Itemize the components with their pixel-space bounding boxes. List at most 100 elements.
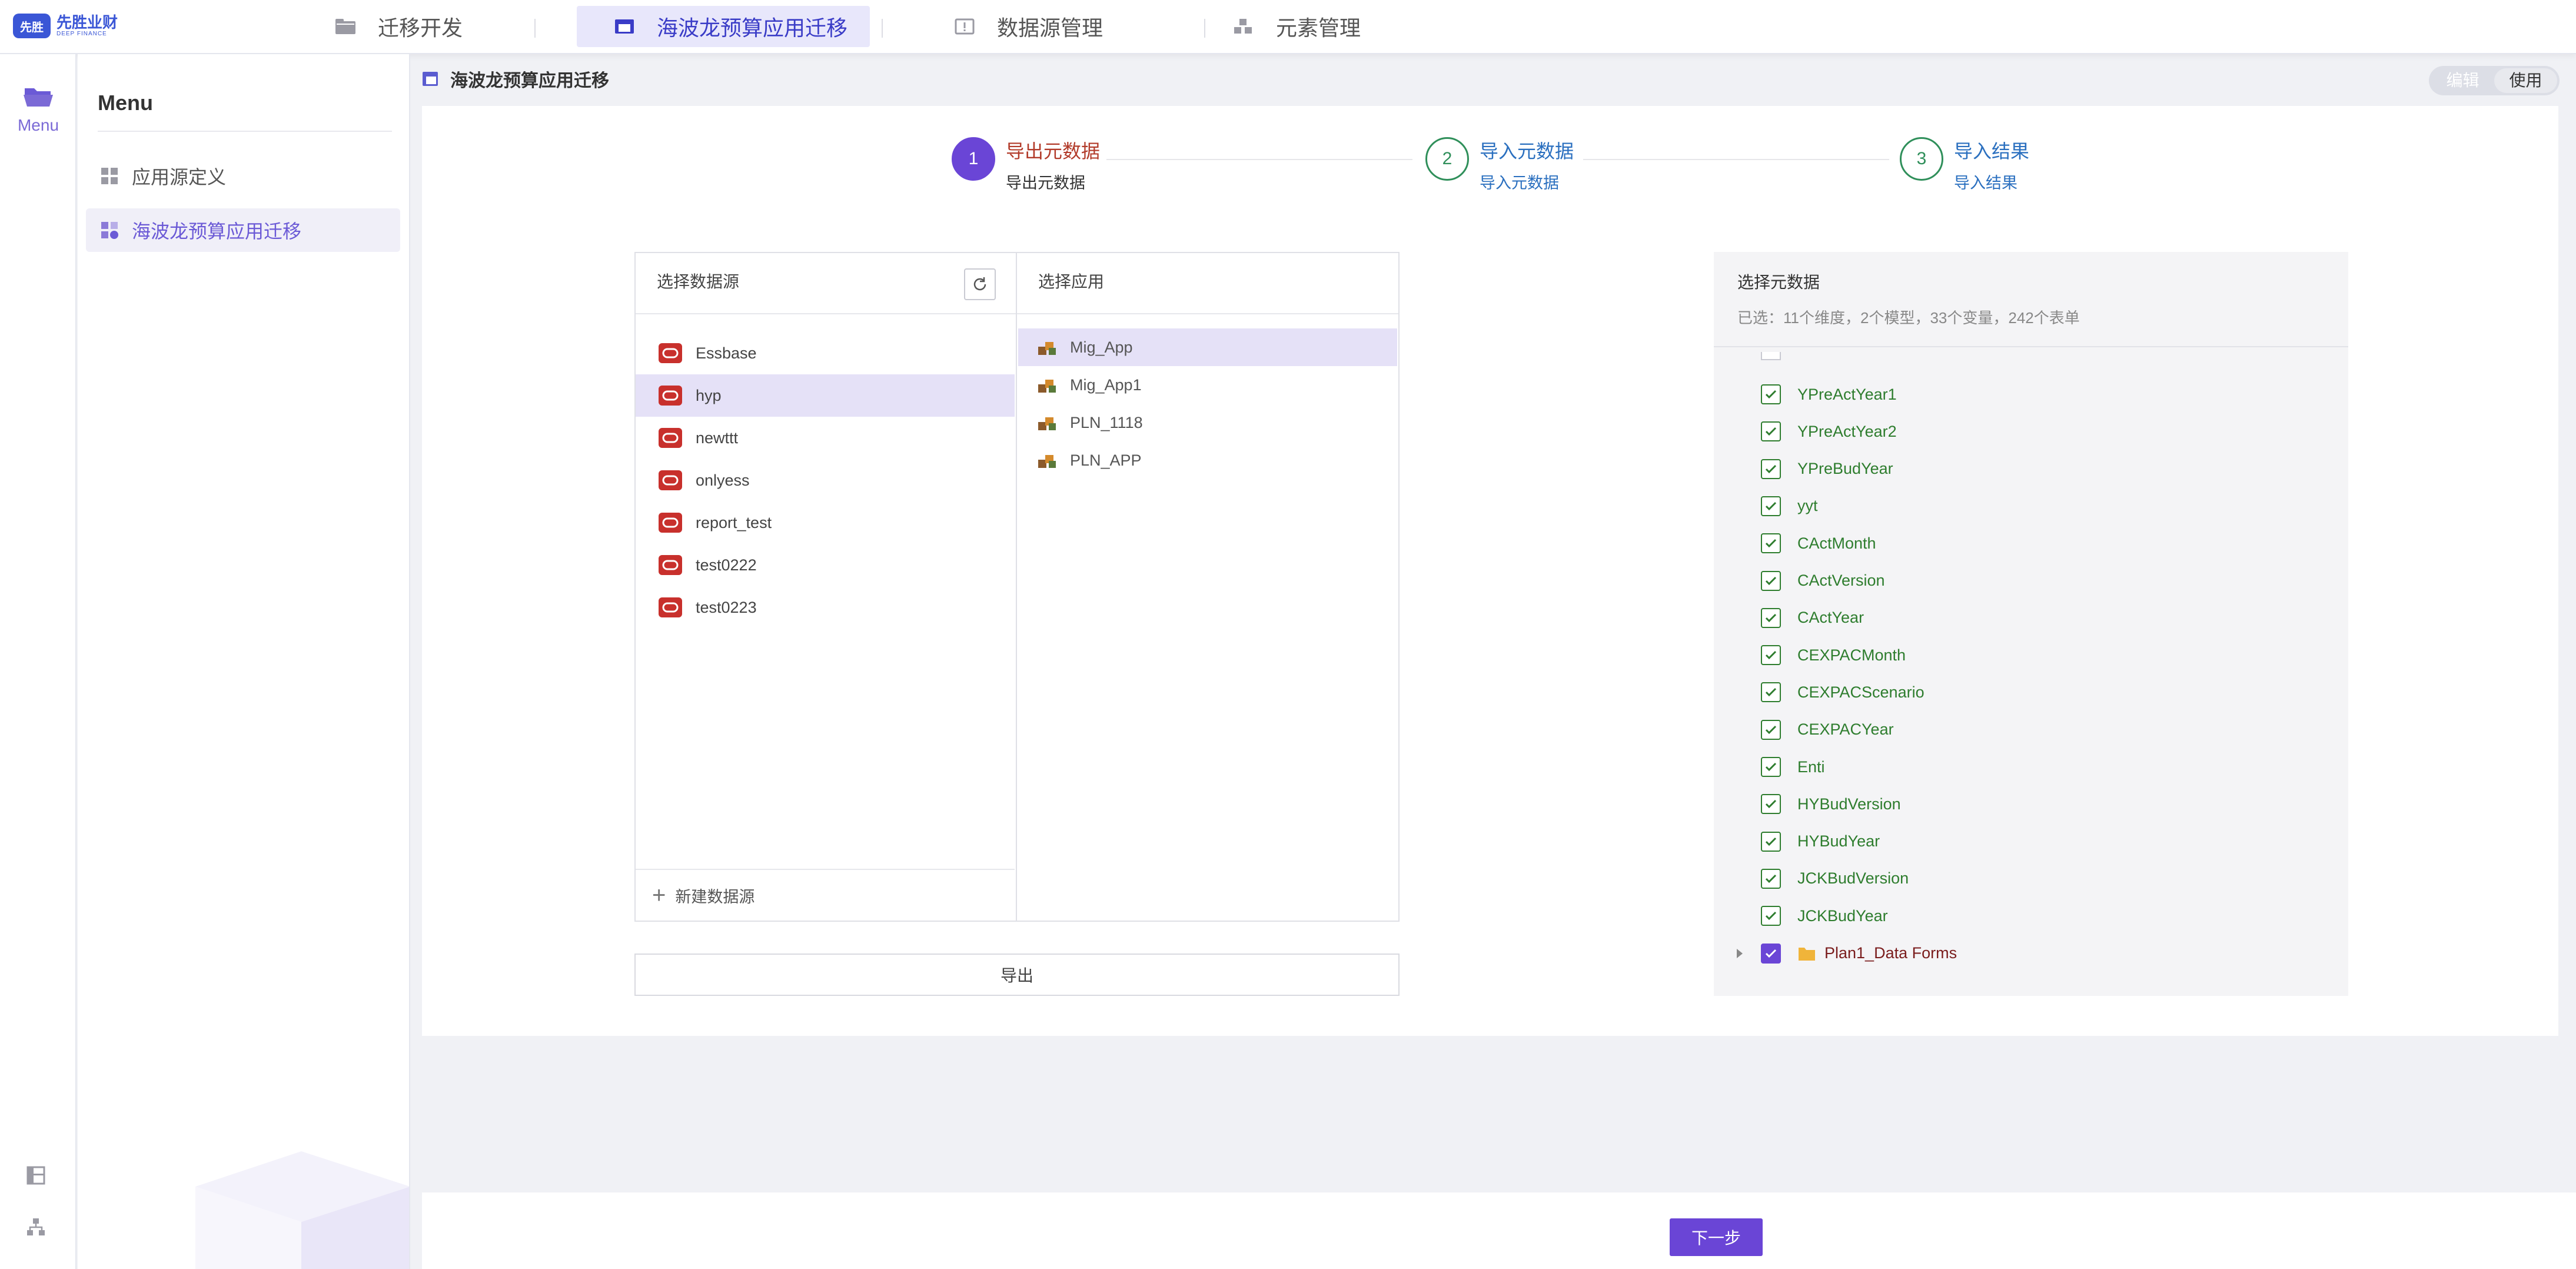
tab-migration-dev[interactable]: 迁移开发: [334, 6, 487, 47]
checkbox[interactable]: [1761, 533, 1781, 554]
footer-bar: 下一步: [422, 1192, 2576, 1269]
metadata-label: JCKBudYear: [1797, 906, 1888, 925]
app-cubes-icon: [1038, 455, 1056, 468]
checkbox[interactable]: [1761, 757, 1781, 777]
add-datasource-button[interactable]: + 新建数据源: [636, 869, 1015, 921]
oracle-icon: [659, 470, 682, 490]
rail-menu-label: Menu: [17, 116, 59, 134]
refresh-icon: [973, 277, 986, 291]
app-cubes-icon: [1038, 342, 1056, 355]
metadata-item[interactable]: yyt: [1761, 490, 1818, 523]
menu-item-hyperion-migration[interactable]: 海波龙预算应用迁移: [86, 208, 400, 252]
metadata-item[interactable]: HYBudVersion: [1761, 788, 1901, 820]
folder-icon: [335, 19, 355, 34]
checkbox[interactable]: [1761, 459, 1781, 479]
step-number: 3: [1900, 137, 1943, 181]
grid-icon: [101, 168, 118, 184]
metadata-item[interactable]: Enti: [1761, 750, 1825, 783]
metadata-folder-row[interactable]: Plan1_Data Forms: [1737, 937, 1957, 970]
app-item[interactable]: PLN_1118: [1018, 404, 1397, 441]
metadata-label: CEXPACYear: [1797, 720, 1894, 739]
datasource-item[interactable]: test0223: [636, 586, 1015, 629]
tab-hyperion-migration[interactable]: 海波龙预算应用迁移: [577, 6, 870, 47]
checkbox[interactable]: [1761, 607, 1781, 628]
tab-element-mgmt[interactable]: 元素管理: [1232, 6, 1385, 47]
add-datasource-label: 新建数据源: [675, 888, 755, 906]
icon-rail: Menu: [0, 54, 77, 1269]
metadata-label: YPreActYear1: [1797, 385, 1897, 403]
page-title-text: 海波龙预算应用迁移: [450, 71, 609, 91]
checkbox[interactable]: [1761, 906, 1781, 926]
checkbox[interactable]: [1761, 831, 1781, 852]
toggle-edit[interactable]: 编辑: [2431, 68, 2494, 93]
menu-item-label: 应用源定义: [132, 167, 227, 188]
refresh-button[interactable]: [964, 268, 996, 300]
brand-logo[interactable]: 先胜 先胜业财 DEEP FINANCE: [13, 12, 118, 40]
app-item[interactable]: Mig_App1: [1018, 366, 1397, 404]
metadata-panel: 选择元数据 已选：11个维度，2个模型，33个变量，242个表单 YPreAct…: [1714, 252, 2348, 996]
layout-icon[interactable]: [26, 1165, 46, 1185]
oracle-icon: [659, 386, 682, 406]
next-step-button[interactable]: 下一步: [1670, 1218, 1763, 1256]
export-button[interactable]: 导出: [634, 954, 1400, 996]
metadata-label: YPreActYear2: [1797, 422, 1897, 440]
tab-datasource-mgmt[interactable]: 数据源管理: [953, 6, 1130, 47]
checkbox[interactable]: [1761, 868, 1781, 889]
menu-item-app-source[interactable]: 应用源定义: [86, 154, 400, 198]
top-navbar: 先胜 先胜业财 DEEP FINANCE 迁移开发 海波龙预算应用迁移 数据源管…: [0, 0, 2576, 54]
checkbox[interactable]: [1761, 384, 1781, 404]
datasource-label: hyp: [696, 386, 722, 404]
metadata-item[interactable]: JCKBudYear: [1761, 899, 1888, 932]
nav-divider: [534, 19, 536, 38]
step-connector: [1583, 159, 1889, 160]
checkbox[interactable]: [1761, 496, 1781, 516]
checkbox[interactable]: [1761, 943, 1781, 964]
datasource-item[interactable]: report_test: [636, 501, 1015, 544]
checkbox[interactable]: [1761, 682, 1781, 703]
metadata-item[interactable]: JCKBudVersion: [1761, 862, 1909, 895]
metadata-item[interactable]: YPreActYear2: [1761, 415, 1897, 448]
metadata-label: HYBudYear: [1797, 832, 1880, 851]
metadata-item[interactable]: CActMonth: [1761, 527, 1876, 560]
metadata-item[interactable]: CEXPACScenario: [1761, 676, 1924, 709]
datasource-header: 选择数据源: [636, 253, 1016, 314]
partial-checkbox: [1761, 352, 1781, 360]
checkbox[interactable]: [1761, 570, 1781, 591]
checkbox[interactable]: [1761, 794, 1781, 815]
metadata-item[interactable]: YPreActYear1: [1761, 378, 1897, 411]
app-header-label: 选择应用: [1038, 273, 1105, 291]
datasource-item[interactable]: newttt: [636, 417, 1015, 459]
checkbox[interactable]: [1761, 421, 1781, 442]
metadata-item[interactable]: YPreBudYear: [1761, 453, 1893, 486]
metadata-item[interactable]: CActYear: [1761, 602, 1864, 634]
sitemap-icon[interactable]: [26, 1217, 46, 1237]
step-number: 1: [952, 137, 995, 181]
datasource-item[interactable]: onlyess: [636, 459, 1015, 501]
app-label: Mig_App: [1070, 338, 1133, 356]
metadata-item[interactable]: CActVersion: [1761, 564, 1885, 597]
step-title: 导出元数据: [1006, 141, 1101, 162]
app-item[interactable]: Mig_App: [1018, 328, 1397, 366]
toggle-use[interactable]: 使用: [2494, 68, 2557, 93]
rail-menu-button[interactable]: Menu: [0, 84, 77, 135]
menu-item-label: 海波龙预算应用迁移: [132, 221, 302, 242]
step-subtitle: 导入结果: [1954, 174, 2017, 192]
checkbox[interactable]: [1761, 645, 1781, 666]
datasource-item[interactable]: hyp: [636, 374, 1015, 417]
checkbox[interactable]: [1761, 719, 1781, 740]
app-cubes-icon: [1038, 380, 1056, 393]
metadata-item[interactable]: CEXPACYear: [1761, 713, 1894, 746]
expand-arrow-icon[interactable]: [1735, 948, 1744, 959]
app-item[interactable]: PLN_APP: [1018, 441, 1397, 479]
metadata-label: CActYear: [1797, 609, 1864, 627]
metadata-item[interactable]: HYBudYear: [1761, 825, 1880, 858]
datasource-panel: 选择数据源 Essbase hyp newttt onlyess report_test…: [634, 252, 1017, 922]
datasource-label: newttt: [696, 428, 739, 447]
app-cubes-icon: [1038, 417, 1056, 430]
metadata-item[interactable]: CEXPACMonth: [1761, 639, 1906, 672]
step-subtitle: 导出元数据: [1006, 174, 1085, 192]
datasource-item[interactable]: Essbase: [636, 332, 1015, 374]
datasource-item[interactable]: test0222: [636, 544, 1015, 586]
decorative-cube: [195, 1151, 409, 1269]
edit-use-toggle[interactable]: 编辑 使用: [2429, 66, 2560, 95]
